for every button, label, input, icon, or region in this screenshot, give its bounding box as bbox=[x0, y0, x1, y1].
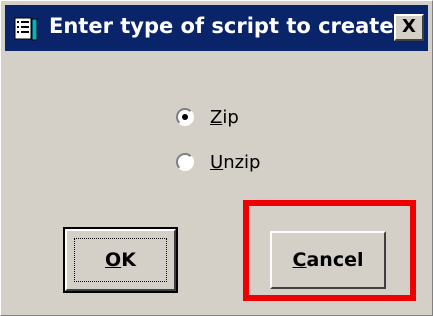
ok-button[interactable]: OK bbox=[63, 227, 178, 293]
cancel-button-label: Cancel bbox=[292, 249, 364, 271]
title-bar[interactable]: Enter type of script to create X bbox=[5, 5, 428, 51]
close-button[interactable]: X bbox=[394, 14, 424, 41]
radio-zip[interactable] bbox=[176, 108, 194, 126]
radio-option-unzip[interactable]: Unzip bbox=[176, 150, 260, 174]
radio-unzip[interactable] bbox=[176, 153, 194, 171]
script-type-dialog: Enter type of script to create X Zip Unz… bbox=[0, 0, 433, 316]
script-app-icon bbox=[14, 17, 38, 41]
radio-zip-label: Zip bbox=[210, 106, 239, 128]
radio-unzip-label: Unzip bbox=[210, 151, 261, 173]
close-icon: X bbox=[402, 16, 416, 37]
ok-button-label: OK bbox=[105, 249, 136, 271]
cancel-button[interactable]: Cancel bbox=[270, 231, 386, 289]
radio-option-zip[interactable]: Zip bbox=[176, 105, 239, 129]
dialog-title: Enter type of script to create bbox=[49, 14, 394, 38]
